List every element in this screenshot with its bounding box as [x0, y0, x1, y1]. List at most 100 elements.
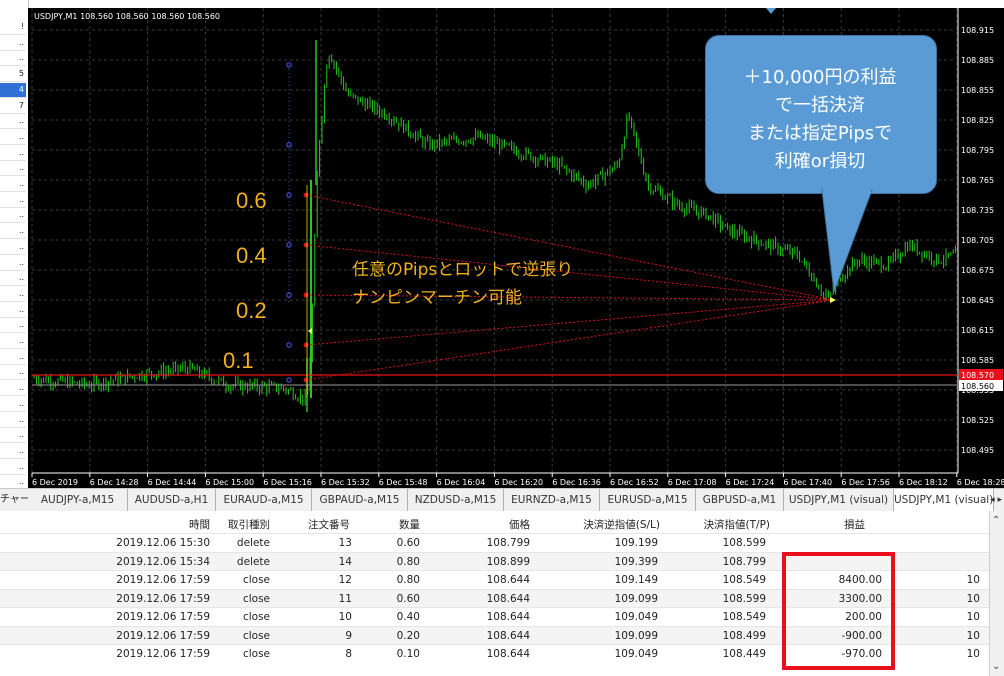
symbol-row[interactable]: ..: [0, 397, 26, 412]
price-tick-label: 108.525: [961, 416, 994, 425]
symbol-row[interactable]: !: [0, 20, 26, 35]
price-tick-label: 108.495: [961, 446, 994, 455]
cell-order: 12: [338, 574, 352, 586]
col-header-time[interactable]: 時間: [150, 517, 210, 532]
symbol-row[interactable]: ..: [0, 271, 26, 287]
cell-volume: 0.60: [396, 537, 420, 549]
symbol-row[interactable]: ..: [0, 224, 26, 240]
cell-price: 108.644: [486, 629, 530, 642]
symbol-row[interactable]: ..: [0, 177, 26, 192]
tab-audjpy-m15[interactable]: AUDJPY-a,M15: [28, 489, 128, 511]
symbol-row[interactable]: ..: [0, 193, 26, 208]
time-tick-label: 6 Dec 15:32: [321, 478, 370, 487]
table-row[interactable]: 2019.12.06 15:30 delete 13 0.60 108.799 109.1…: [0, 533, 990, 552]
tab-nzdusd-m15[interactable]: NZDUSD-a,M15: [408, 489, 504, 511]
symbol-row[interactable]: 5: [0, 67, 26, 83]
tab-audusd-h1[interactable]: AUDUSD-a,H1: [128, 489, 216, 511]
order-entry-dot: [303, 242, 309, 248]
cell-type: close: [242, 648, 270, 660]
level-label-0-1: 0.1: [223, 348, 254, 373]
price-tick-label: 108.705: [961, 236, 994, 245]
symbol-row[interactable]: ..: [0, 256, 26, 271]
callout-line-3: または指定Pipsで: [747, 123, 893, 144]
symbol-row[interactable]: ..: [0, 146, 26, 161]
table-scrollbar[interactable]: ⌃ ⌄: [989, 511, 1004, 676]
scroll-down-icon[interactable]: ⌄: [992, 661, 1000, 672]
col-header-tp[interactable]: 決済指値(T/P): [660, 517, 770, 532]
cell-type: close: [242, 611, 270, 623]
cell-price: 108.644: [486, 592, 530, 605]
cell-order: 14: [338, 555, 352, 568]
col-header-sl[interactable]: 決済逆指値(S/L): [540, 517, 660, 532]
callout-line-4: 利確or損切: [774, 151, 866, 172]
tab-usdjpy-m1-visual-2[interactable]: USDJPY,M1 (visual): [894, 489, 994, 511]
col-header-type[interactable]: 取引種別: [210, 517, 270, 532]
cell-type: close: [242, 574, 270, 586]
cell-tp: 108.549: [722, 574, 766, 586]
cell-type: close: [242, 592, 270, 605]
col-header-price[interactable]: 価格: [440, 517, 530, 532]
symbol-row[interactable]: ..: [0, 161, 26, 177]
symbol-row[interactable]: ..: [0, 303, 26, 318]
price-tick-label: 108.765: [961, 176, 994, 185]
symbol-row[interactable]: 7: [0, 99, 26, 114]
tab-gbpaud-m15[interactable]: GBPAUD-a,M15: [312, 489, 408, 511]
cell-order: 10: [338, 611, 352, 623]
symbol-row[interactable]: ..: [0, 114, 26, 130]
symbol-row[interactable]: ..: [0, 334, 26, 349]
symbol-row[interactable]: ..: [0, 318, 26, 334]
level-label-0-6: 0.6: [236, 188, 267, 213]
price-tick-label: 108.735: [961, 206, 994, 215]
symbol-row[interactable]: 4: [0, 82, 26, 98]
tab-gbpusd-m1[interactable]: GBPUSD-a,M1: [696, 489, 784, 511]
cell-type: close: [242, 629, 270, 642]
symbol-row[interactable]: ..: [0, 51, 26, 67]
cell-sl: 109.049: [614, 648, 658, 660]
tab-eurnzd-m15[interactable]: EURNZD-a,M15: [504, 489, 600, 511]
order-entry-dot: [303, 377, 309, 383]
symbol-row[interactable]: ..: [0, 444, 26, 459]
cell-type: delete: [236, 555, 270, 568]
time-tick-label: 6 Dec 16:04: [437, 478, 486, 487]
cell-tp: 108.599: [722, 537, 766, 549]
cell-sl: 109.199: [614, 537, 658, 549]
tab-scroll-arrows[interactable]: ◂ ▸: [990, 489, 1002, 511]
chart-tab-label[interactable]: チャート: [0, 488, 28, 511]
profit-highlight-box: [782, 552, 895, 670]
symbol-row[interactable]: ..: [0, 208, 26, 224]
symbol-row[interactable]: ..: [0, 350, 26, 365]
symbol-row[interactable]: ..: [0, 365, 26, 381]
cell-tp: 108.599: [722, 592, 766, 605]
cell-price: 108.799: [486, 537, 530, 549]
cell-price: 108.899: [486, 555, 530, 568]
tab-usdjpy-m1-visual-1[interactable]: USDJPY,M1 (visual): [784, 489, 894, 511]
symbol-row[interactable]: ..: [0, 130, 26, 145]
cell-time: 2019.12.06 15:30: [116, 537, 210, 549]
symbol-row[interactable]: ..: [0, 413, 26, 428]
col-header-order[interactable]: 注文番号: [290, 517, 350, 532]
symbol-row[interactable]: ..: [0, 428, 26, 444]
symbol-row[interactable]: ..: [0, 287, 26, 302]
chart-header: USDJPY,M1 108.560 108.560 108.560 108.56…: [34, 12, 220, 21]
price-tick-label: 108.915: [961, 26, 994, 35]
cell-price: 108.644: [486, 611, 530, 623]
callout-line-1: ＋10,000円の利益: [743, 67, 897, 88]
tab-eurusd-m15[interactable]: EURUSD-a,M15: [600, 489, 696, 511]
price-tick-label: 108.825: [961, 116, 994, 125]
col-header-profit[interactable]: 損益: [800, 517, 865, 532]
time-tick-label: 6 Dec 17:08: [668, 478, 717, 487]
col-header-volume[interactable]: 数量: [360, 517, 420, 532]
cell-time: 2019.12.06 17:59: [116, 611, 210, 623]
cell-time: 2019.12.06 17:59: [116, 629, 210, 642]
time-tick-label: 6 Dec 16:20: [494, 478, 543, 487]
symbol-row[interactable]: ..: [0, 460, 26, 475]
symbol-row[interactable]: ..: [0, 36, 26, 51]
market-watch-panel: !.... 5 4 7................................…: [0, 0, 29, 506]
scroll-up-icon[interactable]: ⌃: [992, 515, 1000, 526]
symbol-row[interactable]: ..: [0, 240, 26, 255]
tab-euraud-m15[interactable]: EURAUD-a,M15: [216, 489, 312, 511]
time-tick-label: 6 Dec 14:28: [90, 478, 139, 487]
symbol-row[interactable]: ..: [0, 381, 26, 397]
price-tick-label: 108.615: [961, 326, 994, 335]
price-tick-label: 108.795: [961, 146, 994, 155]
